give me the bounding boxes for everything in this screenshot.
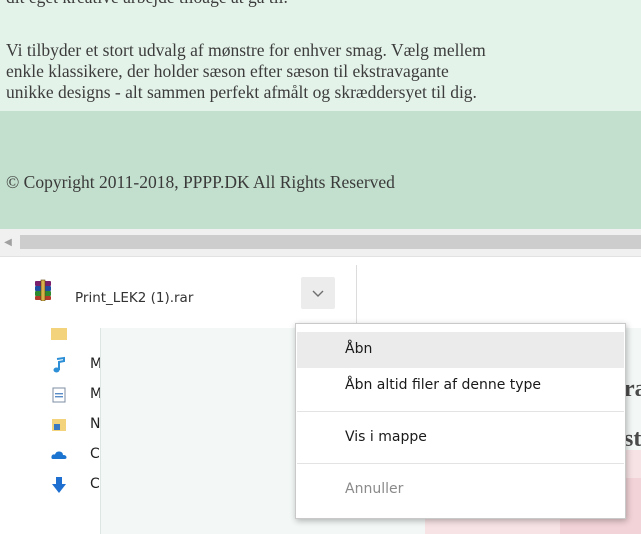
background-heading-fragment: st xyxy=(624,426,641,452)
download-arrow-icon xyxy=(52,477,66,493)
paragraph-cut-top: dit eget kreative arbejde tiloage at gå … xyxy=(6,0,288,8)
download-bar: Print_LEK2 (1).rar xyxy=(0,256,641,329)
menu-separator xyxy=(297,411,624,412)
paragraph-line: enkle klassikere, der holder sæson efter… xyxy=(6,61,449,81)
scroll-left-icon[interactable]: ◀ xyxy=(0,234,16,251)
menu-item-label: Åbn altid filer af denne type xyxy=(345,377,542,393)
tree-item-documents[interactable]: M xyxy=(50,384,102,408)
winrar-archive-icon xyxy=(35,279,51,301)
download-bar-divider xyxy=(356,265,357,325)
paragraph-line: Vi tilbyder et stort udvalg af mønstre f… xyxy=(6,40,486,60)
picture-icon xyxy=(52,419,66,431)
chevron-down-icon xyxy=(312,290,324,297)
folder-item-partial[interactable] xyxy=(50,328,100,346)
download-options-button[interactable] xyxy=(301,277,335,309)
menu-separator xyxy=(297,463,624,464)
menu-item-label: Vis i mappe xyxy=(345,429,427,445)
cloud-icon xyxy=(51,451,67,459)
paragraph-line: unikke designs - alt sammen perfekt afmå… xyxy=(6,82,477,102)
webpage-content: dit eget kreative arbejde tiloage at gå … xyxy=(0,0,641,229)
menu-item-open[interactable]: Åbn xyxy=(297,332,624,368)
tree-item-label: N xyxy=(90,416,101,432)
download-item[interactable]: Print_LEK2 (1).rar xyxy=(0,257,357,329)
tree-item-onedrive[interactable]: C xyxy=(50,444,100,468)
menu-item-label: Åbn xyxy=(345,341,373,357)
menu-item-label: Annuller xyxy=(345,481,404,497)
tree-item-label: C xyxy=(90,446,100,462)
download-context-menu: Åbn Åbn altid filer af denne type Vis i … xyxy=(295,323,626,519)
music-note-icon xyxy=(53,356,65,373)
page-footer: © Copyright 2011-2018, PPPP.DK All Right… xyxy=(0,111,641,229)
tree-item-music[interactable]: M xyxy=(50,354,102,378)
menu-item-show-in-folder[interactable]: Vis i mappe xyxy=(297,420,624,456)
document-icon xyxy=(52,387,66,403)
horizontal-scrollbar[interactable]: ◀ xyxy=(0,229,641,256)
tree-item-label: C xyxy=(90,476,100,492)
paragraph-patterns: Vi tilbyder et stort udvalg af mønstre f… xyxy=(6,40,486,103)
download-filename: Print_LEK2 (1).rar xyxy=(75,290,194,306)
background-heading-fragment: ra xyxy=(624,376,641,402)
menu-item-cancel: Annuller xyxy=(297,472,624,508)
folder-icon xyxy=(51,328,67,340)
copyright-text: © Copyright 2011-2018, PPPP.DK All Right… xyxy=(6,172,395,192)
tree-item-downloads[interactable]: C xyxy=(50,474,100,498)
tree-item-pictures[interactable]: N xyxy=(50,414,100,438)
menu-item-always-open[interactable]: Åbn altid filer af denne type xyxy=(297,368,624,404)
scrollbar-thumb[interactable] xyxy=(20,235,641,249)
